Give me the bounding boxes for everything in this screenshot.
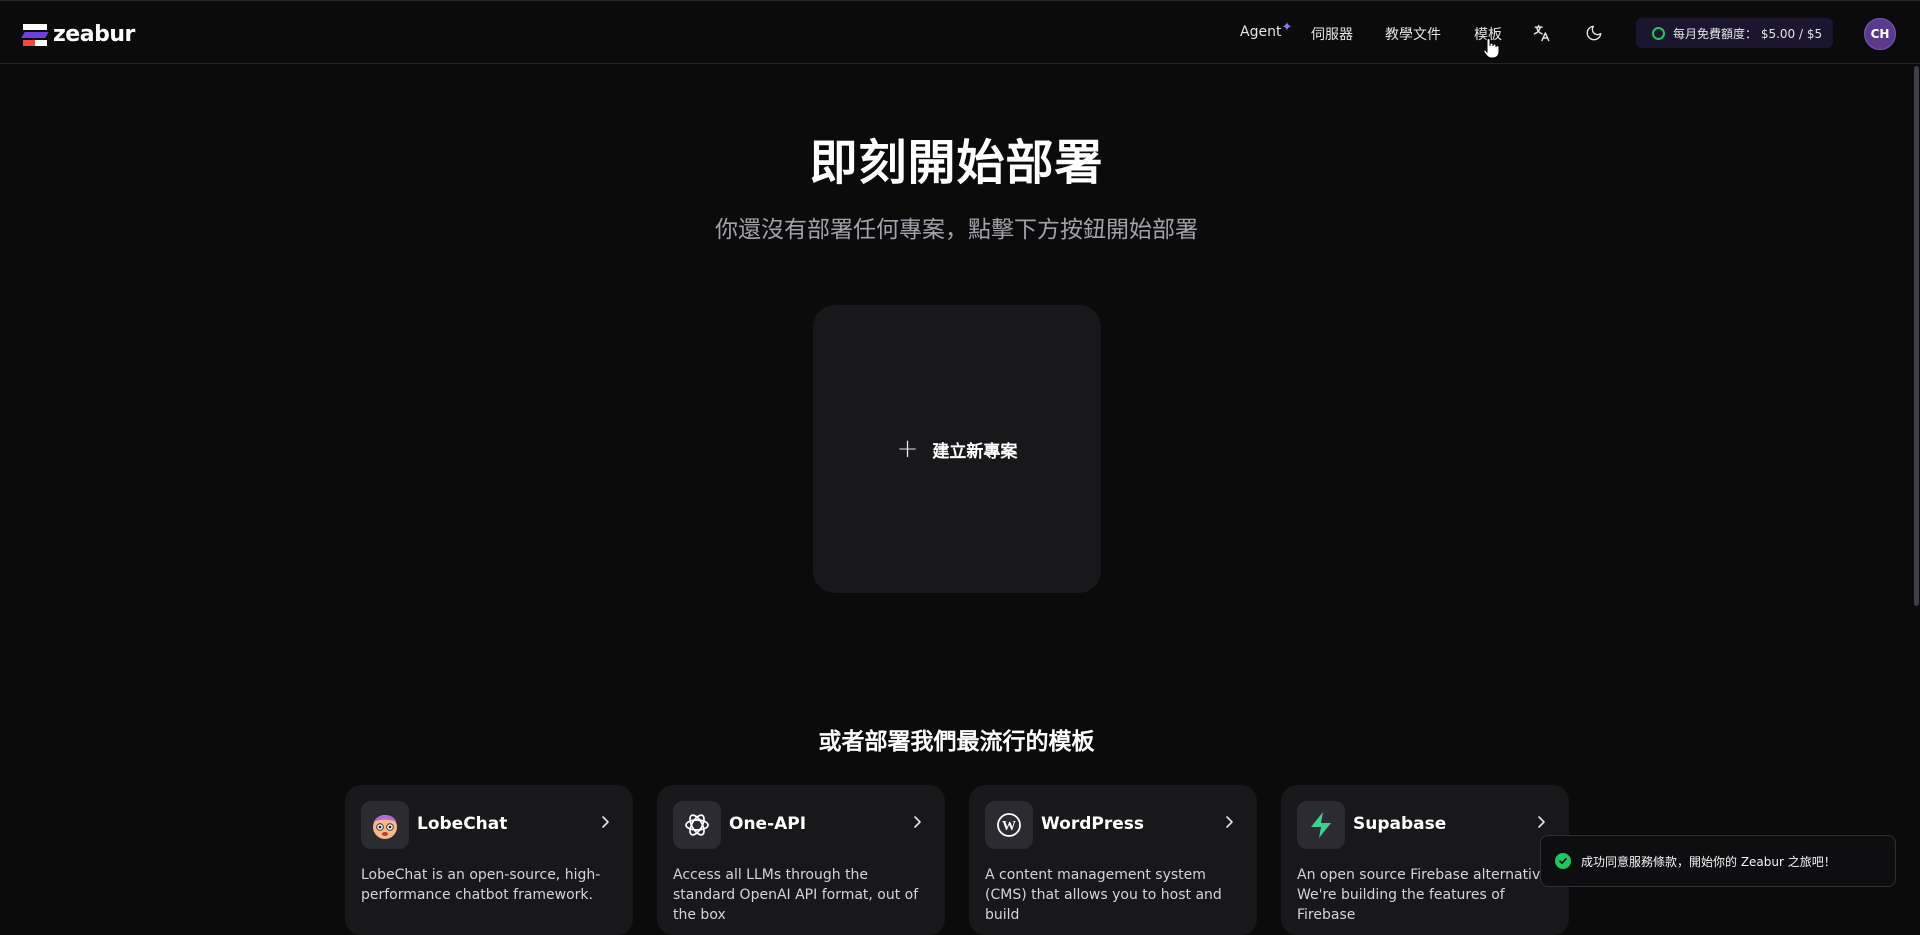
popular-templates-title: 或者部署我們最流行的模板 [818, 729, 1095, 755]
template-description: Access all LLMs through the standard Ope… [673, 867, 919, 923]
success-toast[interactable]: 成功同意服務條款，開始你的 Zeabur 之旅吧！ [1540, 835, 1896, 887]
template-description: LobeChat is an open-source, high-perform… [361, 867, 601, 903]
nav-docs-link[interactable]: 教學文件 [1385, 24, 1441, 44]
template-card-one-api[interactable]: One-API Access all LLMs through the stan… [657, 785, 945, 935]
page-title: 即刻開始部署 [809, 135, 1104, 191]
create-new-project-label: 建立新專案 [932, 441, 1018, 462]
template-name: Supabase [1353, 814, 1447, 834]
brand-name: zeabur [53, 22, 135, 47]
openai-icon [673, 801, 721, 849]
template-description: An open source Firebase alternative. We'… [1297, 867, 1554, 923]
chevron-right-icon [602, 816, 609, 828]
hand-cursor-icon [1483, 38, 1500, 59]
nav-servers-link[interactable]: 伺服器 [1311, 24, 1353, 44]
template-name: WordPress [1041, 814, 1144, 834]
supabase-icon [1297, 801, 1345, 849]
chevron-right-icon [1226, 816, 1233, 828]
free-quota-badge[interactable]: 每月免費額度： $5.00 / $5 [1636, 18, 1833, 48]
template-card-supabase[interactable]: Supabase An open source Firebase alterna… [1281, 785, 1569, 935]
template-description: A content management system (CMS) that a… [985, 867, 1222, 923]
chevron-right-icon [914, 816, 921, 828]
translate-icon[interactable] [1530, 21, 1554, 45]
page-scrollbar[interactable] [1912, 64, 1920, 910]
svg-text:W: W [1002, 819, 1016, 834]
scrollbar-thumb[interactable] [1914, 66, 1919, 606]
template-name: One-API [729, 814, 807, 834]
plus-icon: + [896, 434, 919, 464]
moon-icon[interactable] [1582, 21, 1606, 45]
top-navbar: zeabur Agent✦ 伺服器 教學文件 模板 每月免費額度： $5.00 … [0, 0, 1920, 64]
toast-message: 成功同意服務條款，開始你的 Zeabur 之旅吧！ [1581, 854, 1836, 869]
template-card-lobechat[interactable]: LobeChat LobeChat is an open-source, hig… [345, 785, 633, 935]
zeabur-logo-icon [21, 23, 49, 46]
nav-agent-label: Agent [1240, 24, 1282, 40]
template-card-wordpress[interactable]: W WordPress A content management system … [969, 785, 1257, 935]
template-name: LobeChat [417, 814, 508, 834]
zeabur-logo[interactable]: zeabur [21, 22, 135, 47]
sparkle-icon: ✦ [1281, 20, 1293, 35]
wordpress-icon: W [985, 801, 1033, 849]
page-subtitle: 你還沒有部署任何專案，點擊下方按鈕開始部署 [715, 217, 1198, 243]
avatar-initials: CH [1870, 27, 1890, 41]
create-new-project-button[interactable]: + 建立新專案 [813, 305, 1101, 593]
check-circle-icon [1555, 853, 1571, 869]
avatar[interactable]: CH [1864, 18, 1896, 50]
nav-agent-link[interactable]: Agent✦ [1240, 20, 1292, 40]
quota-status-icon [1652, 26, 1665, 40]
quota-text: 每月免費額度： $5.00 / $5 [1673, 26, 1823, 41]
lobechat-icon [361, 801, 409, 849]
chevron-right-icon [1538, 816, 1545, 828]
